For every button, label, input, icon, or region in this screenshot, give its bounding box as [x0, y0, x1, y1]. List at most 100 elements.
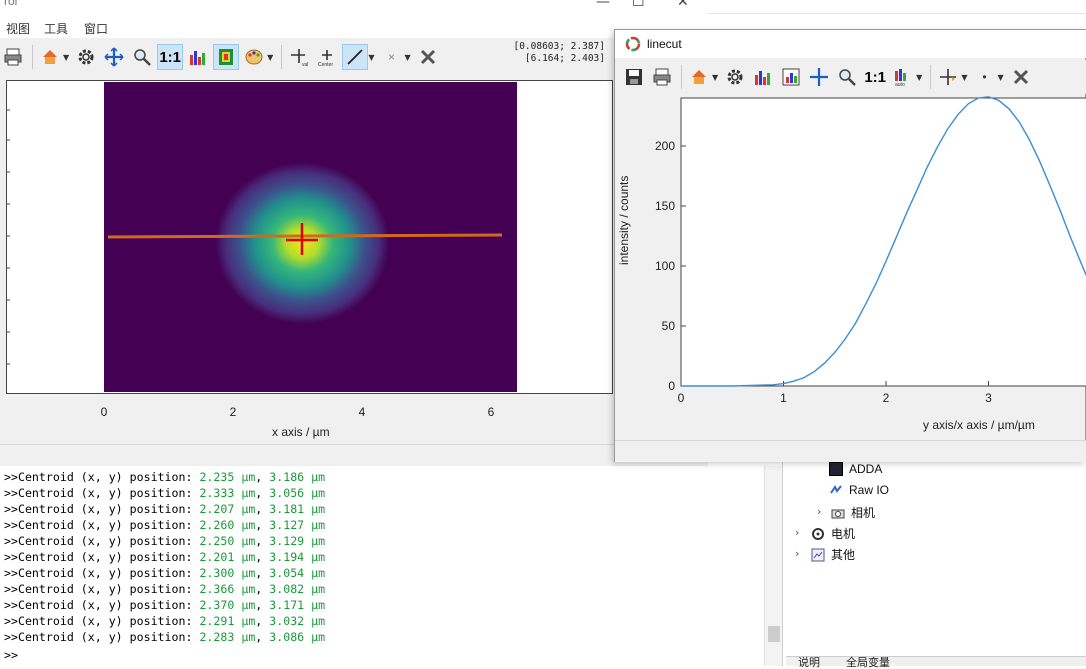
minimize-icon[interactable]: —	[596, 0, 610, 10]
chevron-right-icon[interactable]: ›	[795, 526, 799, 539]
y-tick-label: 100	[655, 259, 675, 273]
print-icon[interactable]	[649, 64, 675, 90]
clear-markers-icon[interactable]	[415, 44, 441, 70]
pan-icon[interactable]	[806, 64, 832, 90]
aspect-ratio-button[interactable]: 1:1	[862, 64, 888, 90]
aspect-ratio-button[interactable]: 1:1	[157, 44, 184, 70]
y-tick-label: 200	[655, 139, 675, 153]
menu-bar: 视图 工具 窗口	[0, 16, 708, 38]
gear-icon[interactable]	[73, 44, 99, 70]
log-line: >>Centroid (x, y) position: 2.207 µm, 3.…	[4, 502, 326, 516]
log-line: >>Centroid (x, y) position: 2.260 µm, 3.…	[4, 518, 326, 532]
x-axis-title: x axis / µm	[272, 425, 330, 439]
curve-properties-icon[interactable]	[778, 64, 804, 90]
home-icon[interactable]	[37, 44, 63, 70]
chevron-right-icon[interactable]: ›	[795, 547, 799, 560]
print-icon[interactable]	[0, 44, 26, 70]
motor-icon	[811, 527, 825, 541]
toolbar-separator	[281, 45, 283, 69]
bottom-tab-bar: 说明 全局变量	[786, 656, 1086, 669]
point-marker-icon[interactable]: •	[971, 64, 997, 90]
log-line: >>Centroid (x, y) position: 2.201 µm, 3.…	[4, 550, 326, 564]
zoom-icon[interactable]	[834, 64, 860, 90]
linecut-icon[interactable]	[185, 44, 211, 70]
point-marker-icon[interactable]: ×	[378, 44, 404, 70]
image-heatmap[interactable]	[104, 82, 517, 392]
clear-markers-icon[interactable]	[1008, 64, 1034, 90]
tree-item-adda[interactable]: ADDA	[829, 462, 882, 476]
aspect-ratio-label: 1:1	[864, 68, 886, 86]
console-prompt[interactable]: >>	[4, 648, 18, 662]
plot-frame	[680, 97, 1086, 387]
toolbar-separator	[930, 65, 932, 89]
scrollbar-thumb[interactable]	[768, 626, 780, 642]
tab-description[interactable]: 说明	[798, 658, 820, 669]
background-window-top	[708, 0, 1086, 14]
chevron-down-icon[interactable]: ▼	[961, 73, 967, 82]
linecut-chart[interactable]: 0 1 2 3 0 50 100 150 200	[615, 94, 1086, 440]
coords-start: [0.08603; 2.387]	[513, 41, 605, 52]
log-line: >>Centroid (x, y) position: 2.250 µm, 3.…	[4, 534, 326, 548]
status-bar	[615, 440, 1086, 462]
console-scrollbar[interactable]	[764, 466, 782, 666]
menu-view[interactable]: 视图	[6, 20, 30, 37]
x-tick-label: 0	[678, 391, 685, 405]
status-bar	[0, 444, 708, 466]
plugin-tree: ADDA Raw IO › 相机 › 电机 › 其他	[782, 462, 1086, 666]
tab-global-variables[interactable]: 全局变量	[846, 658, 890, 669]
close-icon[interactable]: ✕	[677, 0, 689, 10]
tree-item-label: 其他	[831, 548, 856, 562]
palette-icon[interactable]	[241, 44, 267, 70]
tree-item-raw-io[interactable]: Raw IO	[829, 483, 889, 497]
chevron-down-icon[interactable]: ▼	[404, 53, 410, 62]
cursor-coordinates: [0.08603; 2.387] [6.164; 2.403]	[513, 41, 605, 65]
x-tick-label: 1	[780, 391, 787, 405]
svg-text:Center: Center	[318, 62, 333, 67]
x-tick-label: 6	[487, 405, 495, 419]
chevron-right-icon[interactable]: ›	[817, 505, 821, 518]
y-tick-label: 50	[662, 319, 676, 333]
pan-icon[interactable]	[101, 44, 127, 70]
log-line: >>Centroid (x, y) position: 2.235 µm, 3.…	[4, 470, 326, 484]
chevron-down-icon[interactable]: ▼	[267, 53, 273, 62]
menu-window[interactable]: 窗口	[84, 20, 108, 37]
chevron-down-icon[interactable]: ▼	[712, 73, 718, 82]
colorbar-icon[interactable]	[213, 44, 240, 70]
home-icon[interactable]	[686, 64, 712, 90]
toolbar-separator	[32, 45, 33, 69]
center-marker-icon[interactable]: Center	[314, 44, 340, 70]
tree-item-other[interactable]: 其他	[811, 546, 855, 563]
x-tick-label: 2	[883, 391, 890, 405]
auto-scale-icon[interactable]: auto	[890, 64, 916, 90]
x-tick-label: 2	[229, 405, 237, 419]
window-titlebar: roi — ☐ ✕	[0, 0, 708, 16]
crosshair-icon[interactable]: val	[286, 44, 312, 70]
log-line: >>Centroid (x, y) position: 2.291 µm, 3.…	[4, 614, 326, 628]
linecut-icon[interactable]	[750, 64, 776, 90]
linecut-toolbar: ▼ 1:1 auto ▼ ▼ • ▼	[621, 60, 1086, 94]
gear-icon[interactable]	[722, 64, 748, 90]
chevron-down-icon[interactable]: ▼	[368, 53, 374, 62]
chevron-down-icon[interactable]: ▼	[916, 73, 922, 82]
log-line: >>Centroid (x, y) position: 2.370 µm, 3.…	[4, 598, 326, 612]
raw-io-icon	[829, 483, 843, 497]
console-output[interactable]: >>Centroid (x, y) position: 2.235 µm, 3.…	[0, 466, 768, 666]
tree-item-label: 电机	[831, 527, 856, 541]
linecut-line[interactable]	[107, 233, 503, 239]
chevron-down-icon[interactable]: ▼	[63, 53, 69, 62]
zoom-icon[interactable]	[129, 44, 155, 70]
x-tick-label: 3	[985, 391, 992, 405]
marker-tool-icon[interactable]	[935, 64, 961, 90]
window-title: roi	[4, 0, 18, 8]
save-icon[interactable]	[621, 64, 647, 90]
y-axis-title: intensity / counts	[617, 175, 631, 265]
tree-item-camera[interactable]: 相机	[831, 504, 875, 521]
draw-line-icon[interactable]	[342, 44, 369, 70]
chevron-down-icon[interactable]: ▼	[997, 73, 1003, 82]
maximize-icon[interactable]: ☐	[632, 0, 645, 10]
menu-tools[interactable]: 工具	[44, 20, 68, 37]
y-tick-label: 0	[668, 379, 675, 393]
aspect-ratio-label: 1:1	[159, 48, 181, 66]
x-tick-label: 0	[100, 405, 108, 419]
tree-item-motor[interactable]: 电机	[811, 525, 855, 542]
